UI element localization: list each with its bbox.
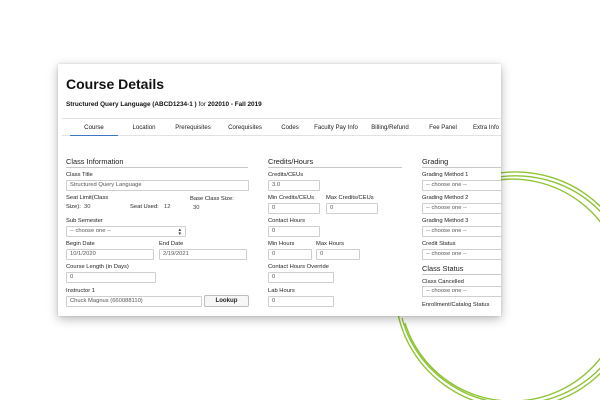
credits-ceus-label: Credits/CEUs: [268, 172, 304, 178]
class-information-divider: [66, 167, 248, 168]
credit-status-label: Credit Status: [422, 241, 456, 247]
sub-semester-selected: -- choose one --: [70, 228, 111, 234]
tab-bar: Course Location Prerequisites Corequisit…: [62, 118, 501, 136]
sub-semester-select[interactable]: -- choose one -- ▲ ▼: [66, 226, 186, 237]
tab-fee-panel[interactable]: Fee Panel: [418, 119, 468, 136]
class-title-input[interactable]: Structured Query Language: [66, 180, 249, 191]
contact-hours-input[interactable]: 0: [268, 226, 320, 237]
credits-hours-divider: [268, 167, 402, 168]
instructor-input[interactable]: Chuck Magnus (660088110): [66, 296, 202, 307]
grading-method-2-label: Grading Method 2: [422, 195, 469, 201]
seat-limit-label-cont: Size):: [66, 204, 81, 210]
grading-heading: Grading: [422, 157, 449, 166]
max-hours-label: Max Hours: [316, 241, 345, 247]
page-title: Course Details: [66, 76, 165, 92]
grading-divider: [422, 167, 501, 168]
grading-method-1-select[interactable]: -- choose one --: [422, 180, 501, 191]
subtitle-course: Structured Query Language (ABCD1234-1 ): [66, 101, 197, 108]
min-hours-label: Min Hours: [268, 241, 295, 247]
class-status-divider: [422, 274, 501, 275]
min-credits-input[interactable]: 0: [268, 203, 320, 214]
seat-used-label: Seat Used:: [130, 204, 159, 210]
seat-limit-value: 30: [84, 204, 91, 210]
min-hours-input[interactable]: 0: [268, 249, 312, 260]
course-length-input[interactable]: 0: [66, 272, 156, 283]
begin-date-input[interactable]: 10/1/2020: [66, 249, 154, 260]
class-cancelled-select[interactable]: -- choose one --: [422, 286, 501, 297]
instructor-label: Instructor 1: [66, 288, 95, 294]
tab-extra-info[interactable]: Extra Info: [466, 119, 501, 136]
end-date-input[interactable]: 2/19/2021: [159, 249, 247, 260]
class-title-label: Class Title: [66, 172, 93, 178]
contact-override-input[interactable]: 0: [268, 272, 334, 283]
grading-method-3-select[interactable]: -- choose one --: [422, 226, 501, 237]
contact-hours-label: Contact Hours: [268, 218, 306, 224]
lookup-button[interactable]: Lookup: [204, 295, 249, 307]
seat-used-value: 12: [164, 204, 171, 210]
tab-location[interactable]: Location: [124, 119, 164, 136]
seat-limit-label: Seat Limit(Class: [66, 195, 109, 201]
min-credits-label: Min Credits/CEUs: [268, 195, 315, 201]
course-length-label: Course Length (in Days): [66, 264, 129, 270]
contact-override-label: Contact Hours Override: [268, 264, 329, 270]
lab-hours-label: Lab Hours: [268, 288, 295, 294]
subtitle-term: 202010 - Fall 2019: [207, 101, 262, 108]
max-credits-input[interactable]: 0: [326, 203, 378, 214]
grading-method-1-label: Grading Method 1: [422, 172, 469, 178]
tab-faculty-pay-info[interactable]: Faculty Pay Info: [308, 119, 364, 136]
tab-corequisites[interactable]: Corequisites: [220, 119, 270, 136]
tab-codes[interactable]: Codes: [272, 119, 308, 136]
updown-chevron-icon: ▲ ▼: [177, 227, 182, 236]
grading-method-3-label: Grading Method 3: [422, 218, 469, 224]
class-cancelled-label: Class Cancelled: [422, 279, 464, 285]
tab-billing-refund[interactable]: Billing/Refund: [364, 119, 416, 136]
max-credits-label: Max Credits/CEUs: [326, 195, 374, 201]
begin-date-label: Begin Date: [66, 241, 95, 247]
enrollment-status-label: Enrollment/Catalog Status: [422, 302, 490, 308]
tab-prerequisites[interactable]: Prerequisites: [168, 119, 218, 136]
lab-hours-input[interactable]: 0: [268, 296, 334, 307]
course-subtitle: Structured Query Language (ABCD1234-1 ) …: [66, 101, 262, 108]
credit-status-select[interactable]: -- choose one --: [422, 249, 501, 260]
end-date-label: End Date: [159, 241, 184, 247]
tab-course[interactable]: Course: [70, 119, 118, 136]
credits-hours-heading: Credits/Hours: [268, 157, 314, 166]
credits-ceus-input[interactable]: 3.0: [268, 180, 320, 191]
class-status-heading: Class Status: [422, 264, 464, 273]
course-details-card: Course Details Structured Query Language…: [58, 64, 501, 316]
sub-semester-label: Sub Semester: [66, 218, 103, 224]
subtitle-for: for: [198, 101, 206, 108]
base-class-size-label: Base Class Size:: [190, 196, 234, 202]
grading-method-2-select[interactable]: -- choose one --: [422, 203, 501, 214]
class-information-heading: Class Information: [66, 157, 124, 166]
base-class-size-value: 30: [193, 205, 200, 211]
max-hours-input[interactable]: 0: [316, 249, 360, 260]
